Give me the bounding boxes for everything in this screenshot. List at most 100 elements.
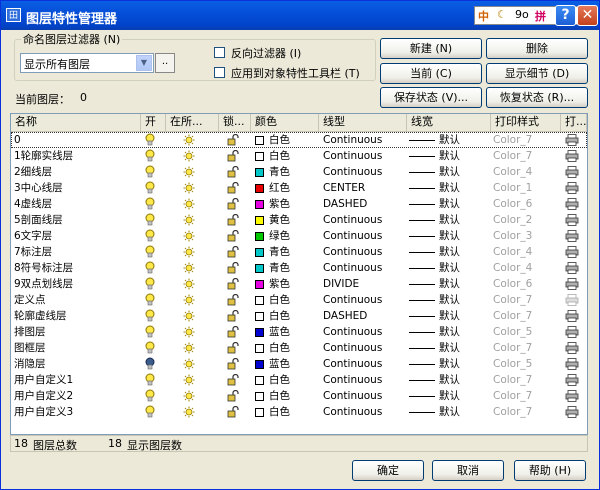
layer-color[interactable]: 黄色 xyxy=(255,212,315,228)
new-layer-button[interactable]: 新建 (N) xyxy=(380,38,482,59)
invert-filter-checkbox[interactable] xyxy=(214,47,225,58)
lightbulb-on-icon[interactable] xyxy=(145,277,163,293)
lightbulb-on-icon[interactable] xyxy=(145,133,163,149)
layer-name[interactable]: 8符号标注层 xyxy=(14,260,132,276)
layer-lineweight[interactable]: 默认 xyxy=(409,308,489,324)
layer-lineweight[interactable]: 默认 xyxy=(409,276,489,292)
show-details-button[interactable]: 显示细节 (D) xyxy=(486,63,588,84)
layer-name[interactable]: 0 xyxy=(14,132,132,148)
layer-name[interactable]: 轮廓虚线层 xyxy=(14,308,132,324)
column-header-name[interactable]: 名称 xyxy=(11,114,141,131)
layer-linetype[interactable]: DASHED xyxy=(323,196,403,212)
layer-lineweight[interactable]: 默认 xyxy=(409,244,489,260)
layer-name[interactable]: 用户自定义1 xyxy=(14,372,132,388)
column-header-color[interactable]: 颜色 xyxy=(251,114,319,131)
layer-lineweight[interactable]: 默认 xyxy=(409,404,489,420)
layer-color[interactable]: 蓝色 xyxy=(255,324,315,340)
lightbulb-on-icon[interactable] xyxy=(145,373,163,389)
column-header-linetype[interactable]: 线型 xyxy=(319,114,407,131)
lightbulb-on-icon[interactable] xyxy=(145,293,163,309)
layer-linetype[interactable]: Continuous xyxy=(323,228,403,244)
unlock-icon[interactable] xyxy=(227,406,243,422)
layer-row[interactable]: 7标注层 青色 Continuous 默认 Color_4 xyxy=(11,244,587,260)
layer-row[interactable]: 1轮廓实线层 白色 Continuous 默认 Color_7 xyxy=(11,148,587,164)
layer-color[interactable]: 蓝色 xyxy=(255,356,315,372)
layer-linetype[interactable]: Continuous xyxy=(323,324,403,340)
layer-lineweight[interactable]: 默认 xyxy=(409,228,489,244)
lightbulb-on-icon[interactable] xyxy=(145,197,163,213)
layer-color[interactable]: 青色 xyxy=(255,244,315,260)
layer-lineweight[interactable]: 默认 xyxy=(409,164,489,180)
invert-filter-label[interactable]: 反向过滤器 (I) xyxy=(231,45,301,61)
layer-linetype[interactable]: Continuous xyxy=(323,372,403,388)
title-bar[interactable]: 田 图层特性管理器 中 ☾ 9o 拼 ? ✕ xyxy=(1,1,599,30)
layer-lineweight[interactable]: 默认 xyxy=(409,292,489,308)
lightbulb-on-icon[interactable] xyxy=(145,181,163,197)
ime-punct-icon[interactable]: 9o xyxy=(515,8,529,21)
layer-linetype[interactable]: Continuous xyxy=(323,212,403,228)
layer-filter-combo[interactable]: 显示所有图层 ▼ xyxy=(20,53,154,73)
column-header-freeze[interactable]: 在所... xyxy=(166,114,219,131)
layer-name[interactable]: 6文字层 xyxy=(14,228,132,244)
set-current-button[interactable]: 当前 (C) xyxy=(380,63,482,84)
layer-color[interactable]: 白色 xyxy=(255,388,315,404)
layer-color[interactable]: 绿色 xyxy=(255,228,315,244)
layer-row[interactable]: 0 白色 Continuous 默认 Color_7 xyxy=(11,132,587,148)
title-close-button[interactable]: ✕ xyxy=(577,5,598,26)
layer-color[interactable]: 白色 xyxy=(255,292,315,308)
layer-lineweight[interactable]: 默认 xyxy=(409,372,489,388)
restore-state-button[interactable]: 恢复状态 (R)... xyxy=(486,87,588,108)
column-header-lineweight[interactable]: 线宽 xyxy=(407,114,491,131)
layer-linetype[interactable]: Continuous xyxy=(323,244,403,260)
layer-linetype[interactable]: Continuous xyxy=(323,260,403,276)
layer-row[interactable]: 图框层 白色 Continuous 默认 Color_7 xyxy=(11,340,587,356)
layer-row[interactable]: 3中心线层 红色 CENTER 默认 Color_1 xyxy=(11,180,587,196)
title-help-button[interactable]: ? xyxy=(555,5,576,26)
layer-name[interactable]: 4虚线层 xyxy=(14,196,132,212)
layer-linetype[interactable]: Continuous xyxy=(323,356,403,372)
lightbulb-off-icon[interactable] xyxy=(145,357,163,373)
layer-name[interactable]: 图框层 xyxy=(14,340,132,356)
layer-lineweight[interactable]: 默认 xyxy=(409,180,489,196)
layer-lineweight[interactable]: 默认 xyxy=(409,340,489,356)
layer-name[interactable]: 用户自定义2 xyxy=(14,388,132,404)
lightbulb-on-icon[interactable] xyxy=(145,165,163,181)
layer-name[interactable]: 1轮廓实线层 xyxy=(14,148,132,164)
layer-linetype[interactable]: Continuous xyxy=(323,292,403,308)
layer-name[interactable]: 3中心线层 xyxy=(14,180,132,196)
layer-row[interactable]: 6文字层 绿色 Continuous 默认 Color_3 xyxy=(11,228,587,244)
lightbulb-on-icon[interactable] xyxy=(145,149,163,165)
layer-color[interactable]: 白色 xyxy=(255,148,315,164)
layer-name[interactable]: 9双点划线层 xyxy=(14,276,132,292)
layer-linetype[interactable]: Continuous xyxy=(323,404,403,420)
column-header-on[interactable]: 开 xyxy=(141,114,166,131)
printer-icon[interactable] xyxy=(565,406,583,422)
layer-lineweight[interactable]: 默认 xyxy=(409,196,489,212)
layer-name[interactable]: 消隐层 xyxy=(14,356,132,372)
cancel-button[interactable]: 取消 xyxy=(432,460,504,481)
layer-row[interactable]: 5剖面线层 黄色 Continuous 默认 Color_2 xyxy=(11,212,587,228)
layer-row[interactable]: 8符号标注层 青色 Continuous 默认 Color_4 xyxy=(11,260,587,276)
lightbulb-on-icon[interactable] xyxy=(145,213,163,229)
layer-name[interactable]: 7标注层 xyxy=(14,244,132,260)
lightbulb-on-icon[interactable] xyxy=(145,341,163,357)
layer-row[interactable]: 4虚线层 紫色 DASHED 默认 Color_6 xyxy=(11,196,587,212)
layer-row[interactable]: 用户自定义3 白色 Continuous 默认 Color_7 xyxy=(11,404,587,420)
layer-linetype[interactable]: Continuous xyxy=(323,340,403,356)
layer-linetype[interactable]: Continuous xyxy=(323,132,403,148)
layer-linetype[interactable]: Continuous xyxy=(323,164,403,180)
lightbulb-on-icon[interactable] xyxy=(145,309,163,325)
layer-name[interactable]: 2细线层 xyxy=(14,164,132,180)
layer-name[interactable]: 用户自定义3 xyxy=(14,404,132,420)
column-header-plot-style[interactable]: 打印样式 xyxy=(491,114,561,131)
layer-linetype[interactable]: DIVIDE xyxy=(323,276,403,292)
layer-list[interactable]: 名称 开 在所... 锁... 颜色 线型 线宽 打印样式 打... 0 白色 Co… xyxy=(10,113,588,435)
save-state-button[interactable]: 保存状态 (V)... xyxy=(380,87,482,108)
sun-icon[interactable] xyxy=(183,406,201,422)
layer-color[interactable]: 白色 xyxy=(255,132,315,148)
lightbulb-on-icon[interactable] xyxy=(145,229,163,245)
layer-linetype[interactable]: Continuous xyxy=(323,388,403,404)
layer-row[interactable]: 用户自定义2 白色 Continuous 默认 Color_7 xyxy=(11,388,587,404)
ime-moon-icon[interactable]: ☾ xyxy=(497,8,507,21)
layer-row[interactable]: 定义点 白色 Continuous 默认 Color_7 xyxy=(11,292,587,308)
